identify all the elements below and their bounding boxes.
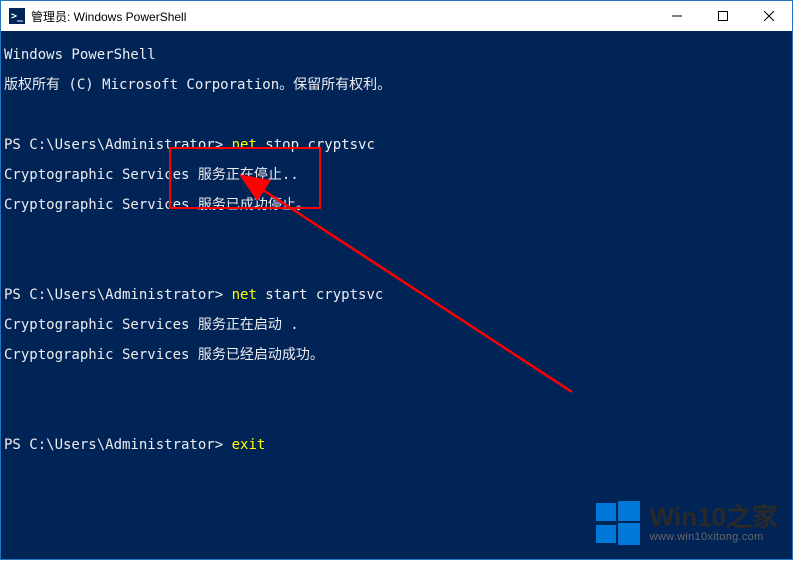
- output-line: Cryptographic Services 服务已经启动成功。: [4, 347, 324, 363]
- window-title: 管理员: Windows PowerShell: [31, 8, 654, 25]
- minimize-button[interactable]: [654, 1, 700, 31]
- output-line: Cryptographic Services 服务已成功停止。: [4, 197, 310, 213]
- command: net: [223, 287, 257, 303]
- command-args: stop cryptsvc: [257, 137, 375, 153]
- output-line: Cryptographic Services 服务正在停止..: [4, 167, 299, 183]
- ps-copyright: 版权所有 (C) Microsoft Corporation。保留所有权利。: [4, 77, 391, 93]
- watermark-title: Win10之家: [650, 503, 778, 532]
- command: net: [223, 137, 257, 153]
- terminal-output[interactable]: Windows PowerShell 版权所有 (C) Microsoft Co…: [1, 31, 792, 559]
- output-line: Cryptographic Services 服务正在启动 .: [4, 317, 299, 333]
- prompt: PS C:\Users\Administrator>: [4, 137, 223, 153]
- window-controls: [654, 1, 792, 31]
- prompt: PS C:\Users\Administrator>: [4, 287, 223, 303]
- close-button[interactable]: [746, 1, 792, 31]
- titlebar[interactable]: >_ 管理员: Windows PowerShell: [1, 1, 792, 31]
- watermark: Win10之家 www.win10xitong.com: [596, 501, 778, 545]
- command-args: start cryptsvc: [257, 287, 383, 303]
- maximize-button[interactable]: [700, 1, 746, 31]
- app-icon: >_: [9, 8, 25, 24]
- prompt: PS C:\Users\Administrator>: [4, 437, 223, 453]
- watermark-url: www.win10xitong.com: [650, 531, 778, 543]
- ps-banner: Windows PowerShell: [4, 47, 156, 63]
- powershell-window: >_ 管理员: Windows PowerShell Windows Power…: [0, 0, 793, 560]
- windows-logo-icon: [596, 501, 640, 545]
- watermark-text: Win10之家 www.win10xitong.com: [650, 503, 778, 544]
- command: exit: [223, 437, 265, 453]
